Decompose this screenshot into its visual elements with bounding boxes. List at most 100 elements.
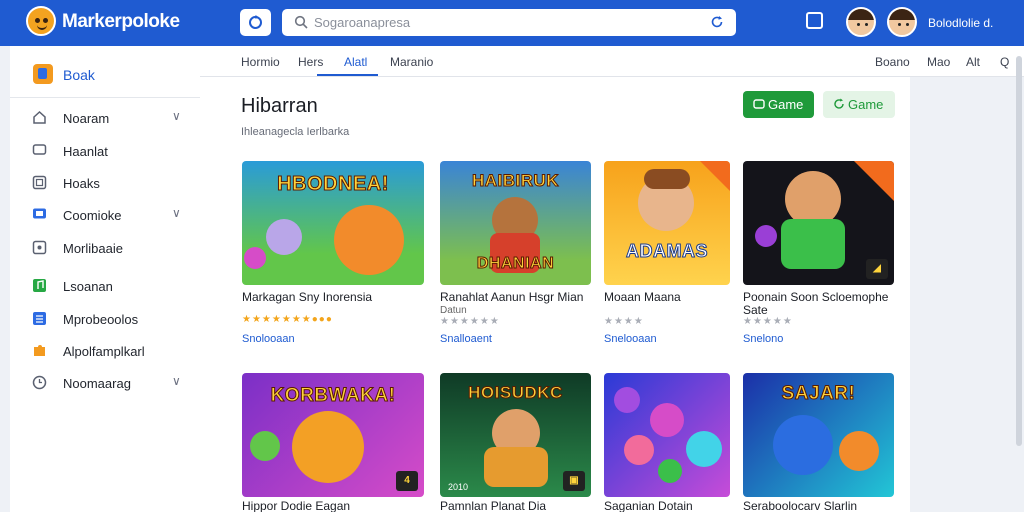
game-title[interactable]: Markagan Sny Inorensia bbox=[242, 291, 424, 304]
book-icon bbox=[33, 64, 53, 84]
active-tab-indicator bbox=[317, 74, 378, 76]
screen-icon bbox=[32, 240, 47, 255]
sidebar: Boak Noaram ∨ Haanlat Hoaks Coomioke ∨ M… bbox=[10, 46, 200, 512]
tab-2[interactable]: Hers bbox=[298, 55, 323, 69]
sidebar-item-label: Hoaks bbox=[63, 176, 100, 191]
game-art-title: SAJAR! bbox=[781, 383, 856, 405]
reload-icon[interactable] bbox=[710, 15, 724, 29]
game-thumbnail[interactable] bbox=[604, 373, 730, 497]
game-card[interactable]: HBODNEA! Markagan Sny Inorensia ★★★★★★★●… bbox=[242, 161, 424, 351]
tab-4[interactable]: Maranio bbox=[390, 55, 433, 69]
game-art-title: KORBWAKA! bbox=[270, 385, 396, 407]
sidebar-item-6[interactable]: Lsoanan bbox=[10, 271, 200, 301]
refresh-icon bbox=[834, 98, 844, 109]
user-name[interactable]: Bolodlolie d. bbox=[928, 16, 993, 30]
game-title[interactable]: Ranahlat Aanun Hsgr Mian bbox=[440, 291, 591, 304]
chevron-down-icon[interactable]: ∨ bbox=[172, 374, 181, 388]
game-thumbnail[interactable]: SAJAR! bbox=[743, 373, 894, 497]
game-title[interactable]: Hippor Dodie Eagan bbox=[242, 500, 424, 512]
sidebar-item-label: Noaram bbox=[63, 111, 110, 126]
game-art-title: HBODNEA! bbox=[277, 173, 389, 196]
game-thumbnail[interactable]: HBODNEA! bbox=[242, 161, 424, 285]
game-card[interactable]: HOISUDKC 2010 ▣ Pamnlan Planat Dia bbox=[440, 373, 591, 512]
sidebar-item-label: Morlibaaie bbox=[63, 241, 123, 256]
tab-1[interactable]: Hormio bbox=[241, 55, 280, 69]
game-button-label: Game bbox=[848, 97, 884, 112]
sidebar-header[interactable]: Boak bbox=[10, 46, 200, 98]
sidebar-item-3[interactable]: Hoaks bbox=[10, 168, 200, 198]
rating-stars: ★★★★ bbox=[604, 316, 644, 327]
avatar[interactable] bbox=[846, 7, 876, 37]
controller-icon bbox=[753, 99, 765, 109]
tab-right-1[interactable]: Boano bbox=[875, 55, 910, 69]
search-bar[interactable] bbox=[282, 9, 736, 36]
rating-stars: ★★★★★ bbox=[743, 316, 793, 327]
tab-active[interactable]: Alatl bbox=[344, 55, 367, 69]
game-art-title: HOISUDKC bbox=[468, 383, 563, 403]
game-art-corner: 2010 bbox=[448, 482, 469, 492]
sidebar-item-1[interactable]: Noaram ∨ bbox=[10, 103, 200, 133]
sidebar-item-label: Coomioke bbox=[63, 208, 122, 223]
game-link[interactable]: Snolooaan bbox=[242, 333, 295, 345]
game-title[interactable]: Moaan Maana bbox=[604, 291, 730, 304]
sidebar-header-label: Boak bbox=[63, 67, 95, 83]
game-title[interactable]: Seraboolocarv Slarlin bbox=[743, 500, 894, 512]
sidebar-item-label: Alpolfamplkarl bbox=[63, 344, 145, 359]
game-thumbnail[interactable]: HAIBIRUK DHANIAN bbox=[440, 161, 591, 285]
game-button-secondary[interactable]: Game bbox=[823, 91, 895, 118]
puzzle-icon bbox=[34, 345, 45, 356]
game-card[interactable]: HAIBIRUK DHANIAN Ranahlat Aanun Hsgr Mia… bbox=[440, 161, 591, 351]
window-icon bbox=[32, 175, 47, 190]
monitor-icon bbox=[33, 208, 46, 219]
list-icon bbox=[33, 312, 46, 325]
window-icon[interactable] bbox=[806, 12, 823, 29]
search-input[interactable] bbox=[314, 14, 694, 31]
brand-logo-icon[interactable] bbox=[26, 6, 56, 36]
game-link[interactable]: Snelooaan bbox=[604, 333, 657, 345]
chevron-down-icon[interactable]: ∨ bbox=[172, 109, 181, 123]
brand-name[interactable]: Markerpoloke bbox=[62, 11, 180, 33]
clock-icon bbox=[32, 375, 47, 390]
sidebar-item-7[interactable]: Mprobeoolos bbox=[10, 304, 200, 334]
game-button-label: Game bbox=[768, 97, 804, 112]
game-link[interactable]: Snelono bbox=[743, 333, 783, 345]
chevron-down-icon[interactable]: ∨ bbox=[172, 206, 181, 220]
music-icon bbox=[33, 279, 46, 292]
game-button-primary[interactable]: Game bbox=[743, 91, 814, 118]
scrollbar[interactable] bbox=[1016, 56, 1022, 446]
sidebar-item-2[interactable]: Haanlat bbox=[10, 136, 200, 166]
page-subtitle: Ihleanagecla Ierlbarka bbox=[241, 126, 350, 138]
game-title[interactable]: Saganian Dotain bbox=[604, 500, 730, 512]
game-card[interactable]: ◢ Poonain Soon Scloemophe Sate ★★★★★ Sne… bbox=[743, 161, 894, 351]
game-title[interactable]: Pamnlan Planat Dia bbox=[440, 500, 591, 512]
sidebar-item-8[interactable]: Alpolfamplkarl bbox=[10, 336, 200, 366]
tab-right-4[interactable]: Q bbox=[1000, 55, 1009, 69]
sidebar-item-5[interactable]: Morlibaaie bbox=[10, 233, 200, 263]
sidebar-item-4[interactable]: Coomioke ∨ bbox=[10, 200, 200, 230]
game-badge: ▣ bbox=[563, 471, 585, 491]
game-thumbnail[interactable]: KORBWAKA! 4 bbox=[242, 373, 424, 497]
house-icon bbox=[33, 110, 46, 124]
game-art-subtitle: DHANIAN bbox=[476, 255, 555, 273]
game-thumbnail[interactable]: HOISUDKC 2010 ▣ bbox=[440, 373, 591, 497]
game-link[interactable]: Snalloaent bbox=[440, 333, 492, 345]
game-card[interactable]: ADAMAS Moaan Maana ★★★★ Snelooaan bbox=[604, 161, 730, 351]
game-card[interactable]: Saganian Dotain bbox=[604, 373, 730, 512]
avatar-secondary[interactable] bbox=[887, 7, 917, 37]
tabs-bar: Hormio Hers Alatl Maranio Boano Mao Alt … bbox=[200, 46, 1024, 77]
game-art-title: ADAMAS bbox=[626, 241, 709, 262]
home-circle-button[interactable] bbox=[240, 9, 271, 36]
refresh-icon bbox=[249, 15, 262, 29]
game-art-title: HAIBIRUK bbox=[471, 171, 560, 191]
sidebar-item-label: Noomaarag bbox=[63, 376, 131, 391]
game-thumbnail[interactable]: ◢ bbox=[743, 161, 894, 285]
sidebar-item-9[interactable]: Noomaarag ∨ bbox=[10, 368, 200, 398]
tab-right-3[interactable]: Alt bbox=[966, 55, 980, 69]
game-card[interactable]: KORBWAKA! 4 Hippor Dodie Eagan bbox=[242, 373, 424, 512]
game-badge: ◢ bbox=[866, 259, 888, 279]
game-thumbnail[interactable]: ADAMAS bbox=[604, 161, 730, 285]
sidebar-item-label: Haanlat bbox=[63, 144, 108, 159]
tab-right-2[interactable]: Mao bbox=[927, 55, 950, 69]
chat-icon bbox=[32, 144, 47, 155]
game-card[interactable]: SAJAR! Seraboolocarv Slarlin bbox=[743, 373, 894, 512]
